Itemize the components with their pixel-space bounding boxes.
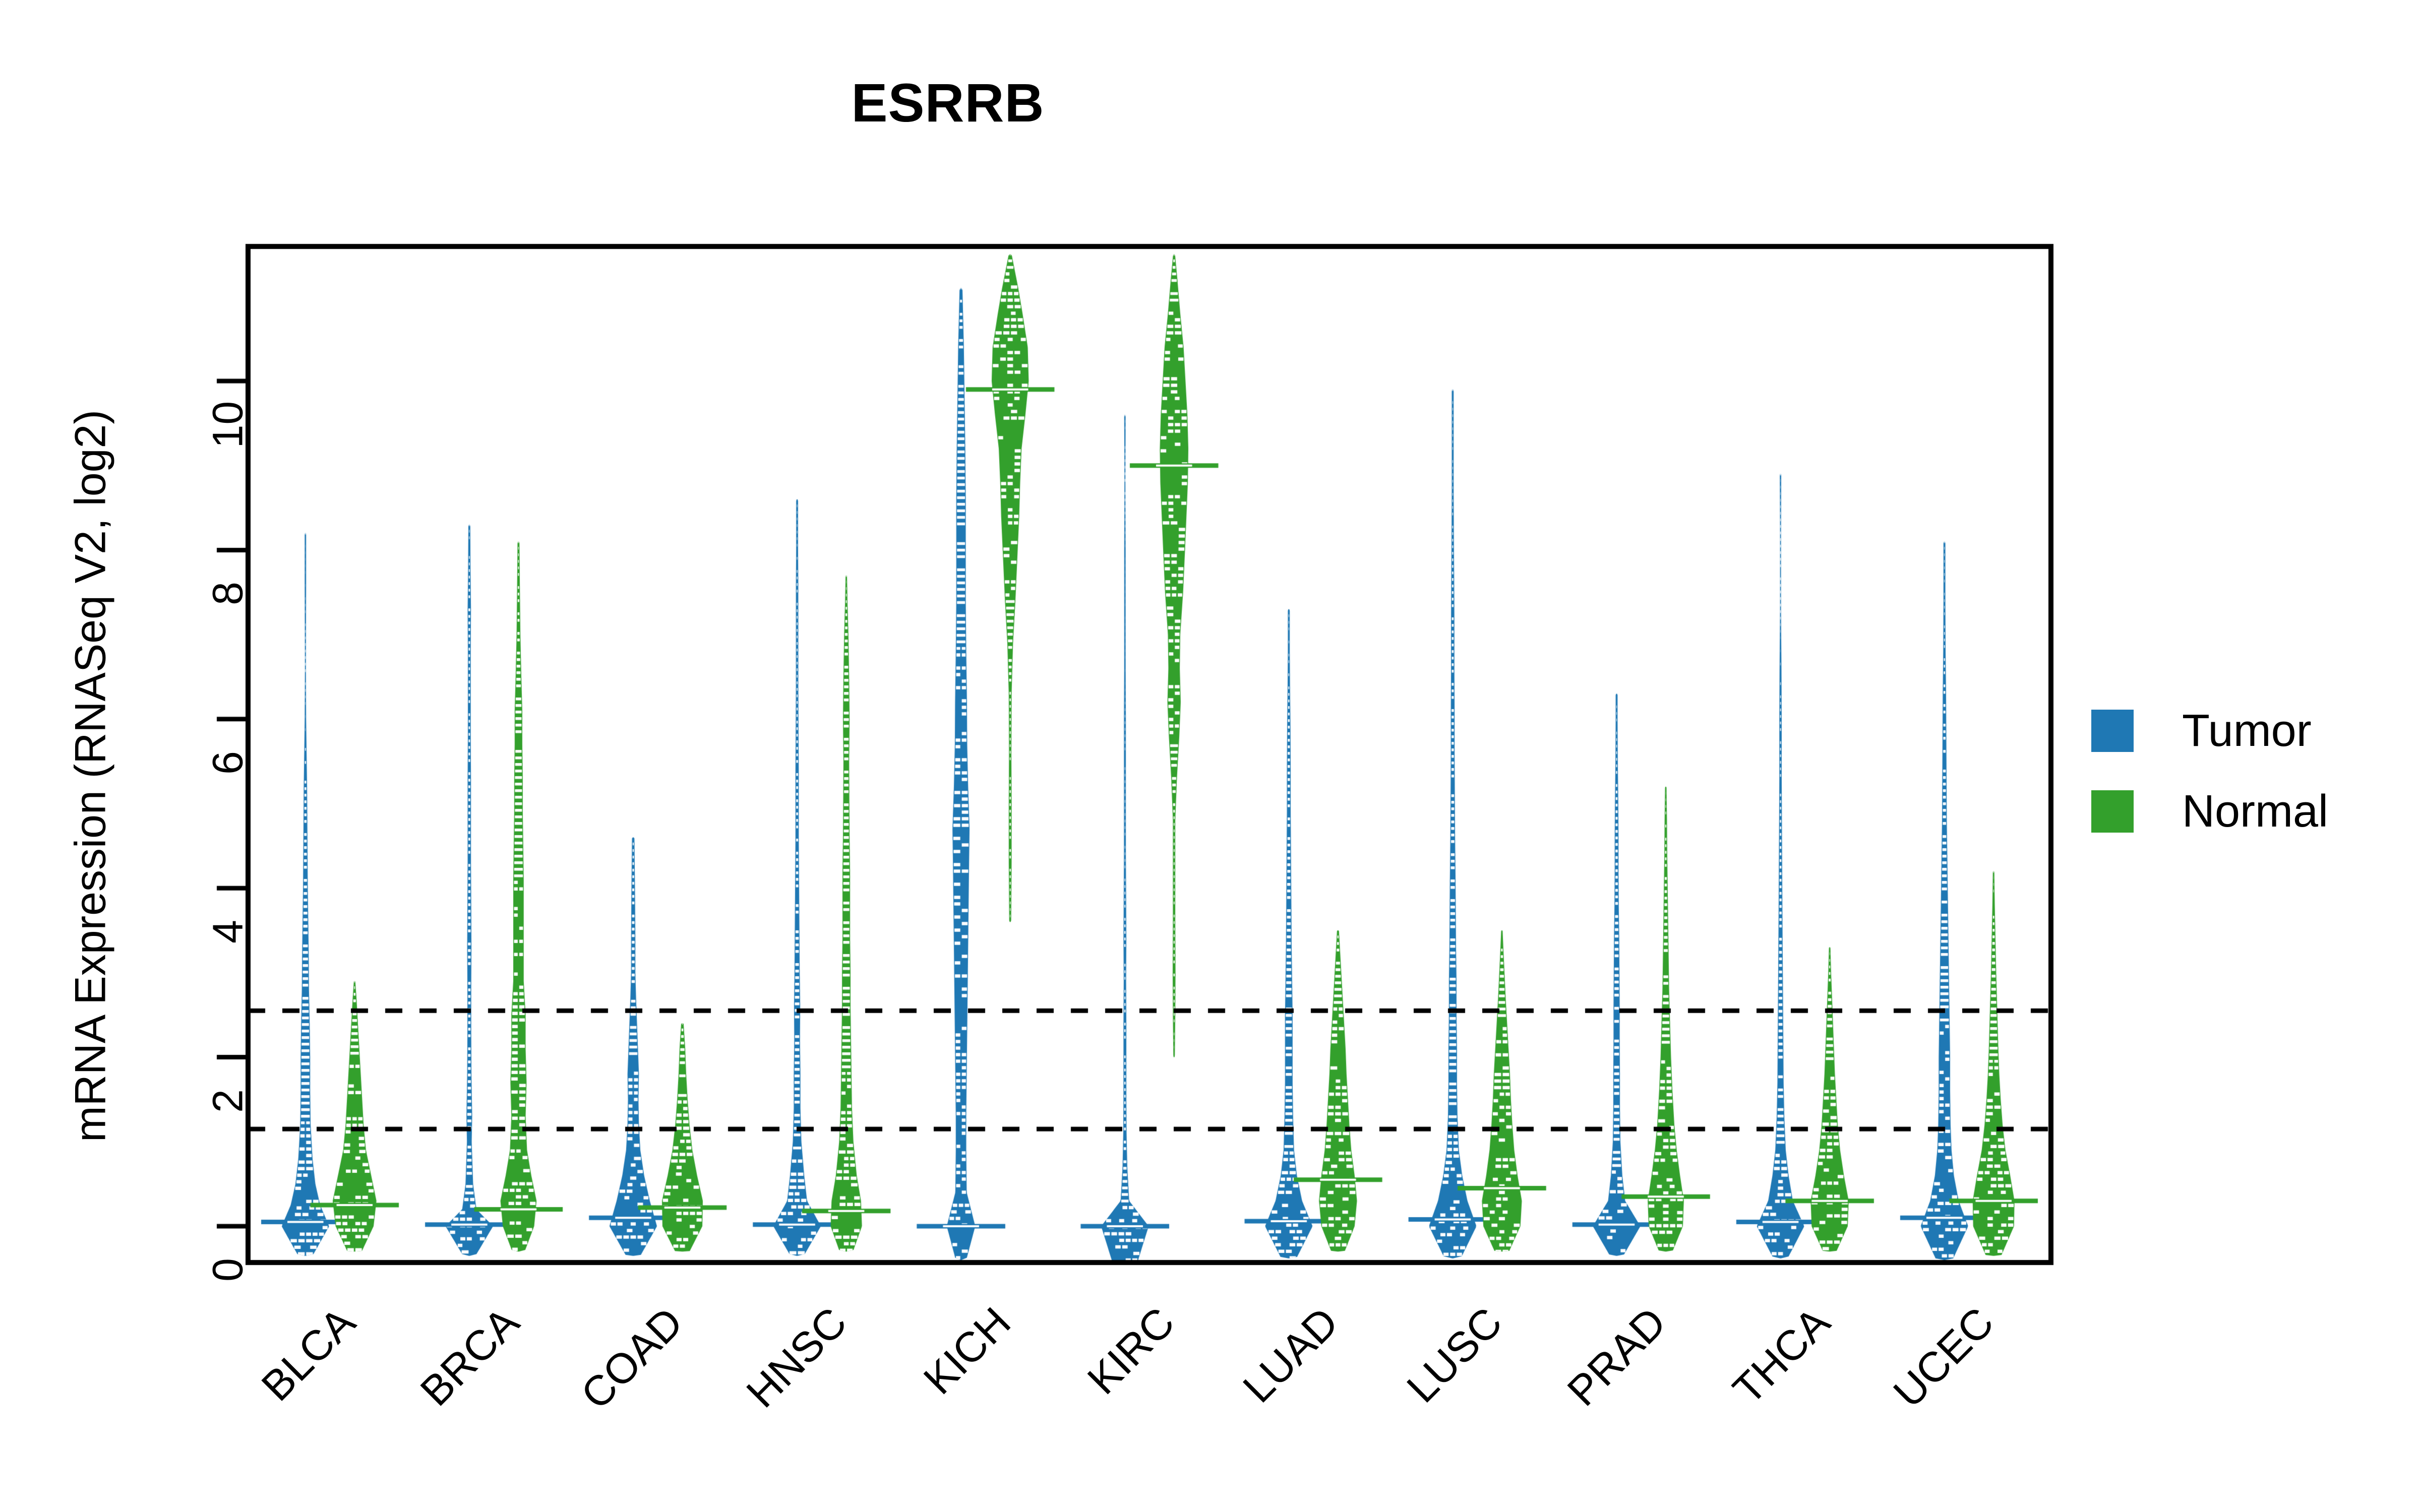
legend-label-normal: Normal [2182, 786, 2329, 837]
chart-root: ESRRB mRNA Expression (RNASeq V2, log2) … [0, 0, 2420, 1512]
y-tick-label: 2 [204, 1089, 252, 1113]
legend-label-tumor: Tumor [2182, 705, 2312, 756]
legend-swatch-normal-icon [2091, 790, 2134, 833]
y-tick-label: 8 [204, 582, 252, 606]
legend-item-normal: Normal [2091, 771, 2394, 852]
y-tick-label: 6 [204, 750, 252, 775]
y-tick-label: 4 [204, 920, 252, 944]
legend-swatch-tumor-icon [2091, 710, 2134, 752]
legend: Tumor Normal [2091, 690, 2394, 852]
violin-plot-canvas [0, 0, 2420, 1512]
y-tick-label: 10 [204, 401, 252, 449]
y-tick-label: 0 [204, 1258, 252, 1282]
y-axis-title: mRNA Expression (RNASeq V2, log2) [66, 410, 115, 1143]
legend-item-tumor: Tumor [2091, 690, 2394, 771]
